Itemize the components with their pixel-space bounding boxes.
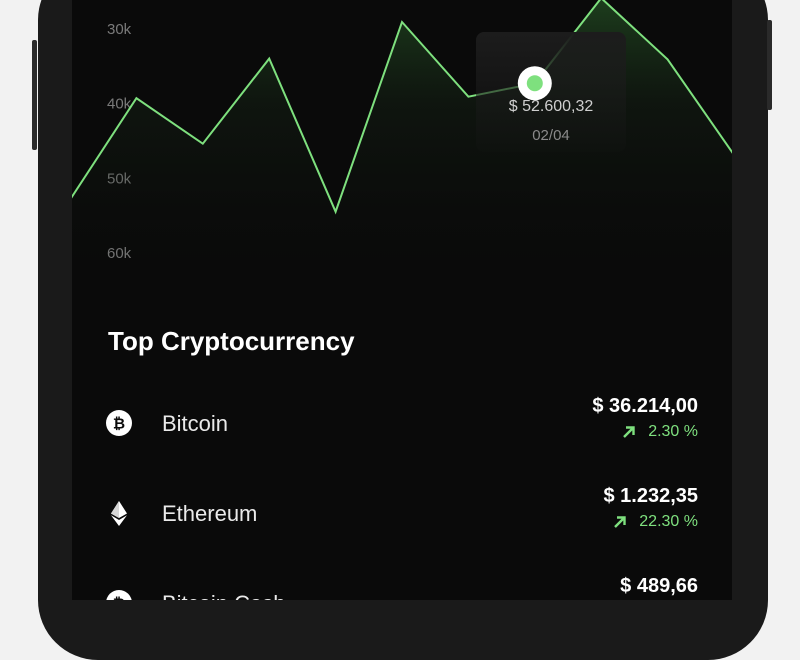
chart-data-point[interactable] <box>200 141 206 147</box>
tooltip-value: $ 52.600,32 <box>508 98 594 115</box>
svg-text:₿: ₿ <box>113 595 125 601</box>
price-chart[interactable]: 60k50k40k30k <box>72 0 732 300</box>
chart-data-point[interactable] <box>266 56 272 62</box>
chart-data-point[interactable] <box>465 94 471 100</box>
y-tick-label: 30k <box>107 21 132 38</box>
svg-text:₿: ₿ <box>113 415 125 433</box>
coin-name: Bitcoin <box>162 411 229 436</box>
coin-name: Bitcoin Cash <box>162 591 286 600</box>
coin-row-ethereum[interactable]: Ethereum $ 1.232,35 22.30 % <box>72 485 732 545</box>
section-title: Top Cryptocurrency <box>108 326 355 356</box>
bitcoin-cash-icon: ₿ <box>105 589 133 600</box>
tooltip-date: 02/04 <box>532 127 570 144</box>
coin-change-value: 2.30 % <box>648 423 698 440</box>
coin-price: $ 36.214,00 <box>592 395 698 417</box>
ethereum-icon <box>105 499 133 527</box>
coin-change: 22.30 % <box>613 513 698 531</box>
volume-up-button <box>32 40 37 150</box>
coin-row-bitcoin[interactable]: ₿ Bitcoin $ 36.214,00 2.30 % <box>72 395 732 455</box>
chart-data-point[interactable] <box>333 209 339 215</box>
arrow-up-right-icon <box>623 426 635 438</box>
coin-price: $ 489,66 <box>620 575 698 597</box>
coin-change-value: 22.30 % <box>639 513 698 530</box>
coin-change: 2.30 % <box>622 423 698 441</box>
arrow-up-right-icon <box>614 516 626 528</box>
chart-tooltip: $ 52.600,32 02/04 <box>476 32 626 152</box>
coin-row-bitcoin-cash[interactable]: ₿ Bitcoin Cash $ 489,66 <box>72 575 732 600</box>
coin-price: $ 1.232,35 <box>603 485 698 507</box>
app-screen: 60k50k40k30k $ 52.600,32 02/04 Top Crypt… <box>72 0 732 600</box>
bitcoin-icon: ₿ <box>105 409 133 437</box>
chart-data-point[interactable] <box>399 19 405 25</box>
chart-data-point[interactable] <box>133 95 139 101</box>
power-button <box>767 20 772 110</box>
coin-name: Ethereum <box>162 501 258 526</box>
chart-area-fill <box>72 0 732 300</box>
chart-data-point[interactable] <box>665 56 671 62</box>
